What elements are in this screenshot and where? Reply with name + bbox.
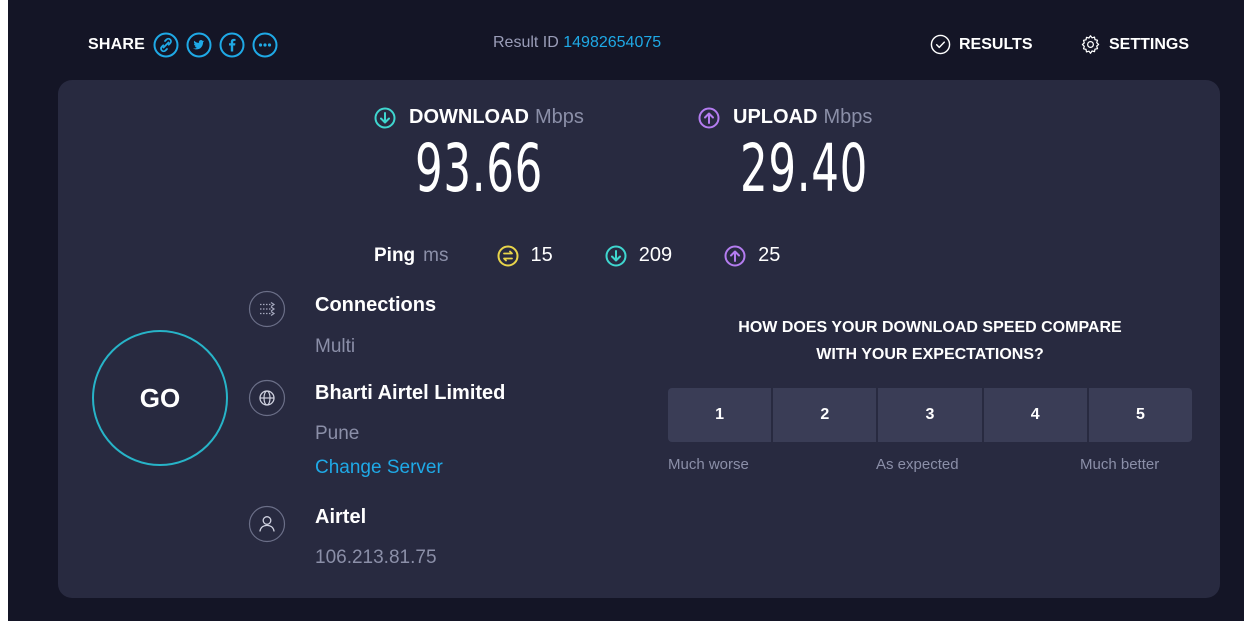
gear-icon — [1081, 35, 1100, 54]
share-bar: SHARE — [88, 32, 285, 58]
link-icon[interactable] — [153, 32, 179, 58]
upload-header: UPLOAD Mbps — [698, 106, 872, 129]
facebook-icon[interactable] — [219, 32, 245, 58]
ping-upload-value: 25 — [758, 244, 781, 266]
result-id-label: Result ID — [493, 34, 559, 51]
rating-option[interactable]: 2 — [773, 388, 879, 442]
survey-question: HOW DOES YOUR DOWNLOAD SPEED COMPARE WIT… — [668, 314, 1192, 368]
settings-button[interactable]: SETTINGS — [1080, 34, 1189, 55]
survey-question-line2: WITH YOUR EXPECTATIONS? — [816, 346, 1044, 363]
rating-scale: 1 2 3 4 5 — [668, 388, 1192, 442]
upload-arrow-icon — [724, 245, 746, 266]
ping-label: Ping — [374, 244, 416, 266]
download-value: 93.66 — [415, 130, 544, 207]
scale-high-label: Much better — [1080, 456, 1160, 473]
download-unit: Mbps — [534, 106, 584, 128]
ping-download: 209 — [605, 244, 672, 267]
result-id: Result ID 14982654075 — [493, 34, 661, 52]
server-title: Bharti Airtel Limited — [315, 382, 506, 404]
twitter-icon[interactable] — [186, 32, 212, 58]
ping-row: Ping ms 15 209 25 — [374, 244, 832, 267]
results-label: RESULTS — [959, 35, 1033, 53]
globe-icon — [248, 379, 286, 417]
go-button[interactable]: GO — [92, 330, 228, 466]
results-panel: DOWNLOAD Mbps 93.66 UPLOAD Mbps 29.40 Pi… — [58, 80, 1220, 598]
user-icon — [248, 505, 286, 543]
results-button[interactable]: RESULTS — [930, 34, 1032, 55]
ping-upload: 25 — [724, 244, 780, 267]
download-label: DOWNLOAD — [409, 106, 529, 128]
ping-idle-value: 15 — [530, 244, 553, 266]
top-bar: SHARE Result ID 14982654075 RESULTS SETT… — [8, 0, 1244, 86]
more-icon[interactable] — [252, 32, 278, 58]
connections-title: Connections — [315, 294, 437, 316]
ping-download-value: 209 — [638, 244, 673, 266]
rating-option[interactable]: 1 — [668, 388, 774, 442]
settings-label: SETTINGS — [1109, 35, 1190, 53]
speedtest-app: SHARE Result ID 14982654075 RESULTS SETT… — [8, 0, 1244, 621]
change-server-link[interactable]: Change Server — [315, 457, 443, 479]
rating-option[interactable]: 5 — [1088, 388, 1192, 442]
provider-ip: 106.213.81.75 — [315, 547, 437, 568]
ping-idle: 15 — [497, 244, 553, 267]
rating-option[interactable]: 3 — [878, 388, 984, 442]
upload-arrow-icon — [698, 107, 720, 128]
scale-mid-label: As expected — [876, 456, 959, 473]
provider-title: Airtel — [315, 506, 367, 528]
survey-question-line1: HOW DOES YOUR DOWNLOAD SPEED COMPARE — [738, 319, 1122, 336]
ping-unit: ms — [423, 244, 449, 266]
download-arrow-icon — [605, 245, 627, 266]
upload-label: UPLOAD — [733, 106, 818, 128]
upload-unit: Mbps — [823, 106, 873, 128]
rating-option[interactable]: 4 — [983, 388, 1089, 442]
download-arrow-icon — [374, 107, 396, 128]
connections-icon — [248, 290, 286, 328]
check-circle-icon — [930, 34, 951, 55]
scale-low-label: Much worse — [668, 456, 749, 473]
latency-icon — [497, 245, 518, 266]
download-header: DOWNLOAD Mbps — [374, 106, 584, 129]
result-id-link[interactable]: 14982654075 — [563, 34, 661, 51]
share-label: SHARE — [88, 36, 146, 53]
server-location: Pune — [315, 423, 360, 444]
connections-value: Multi — [315, 336, 356, 357]
upload-value: 29.40 — [740, 130, 869, 207]
